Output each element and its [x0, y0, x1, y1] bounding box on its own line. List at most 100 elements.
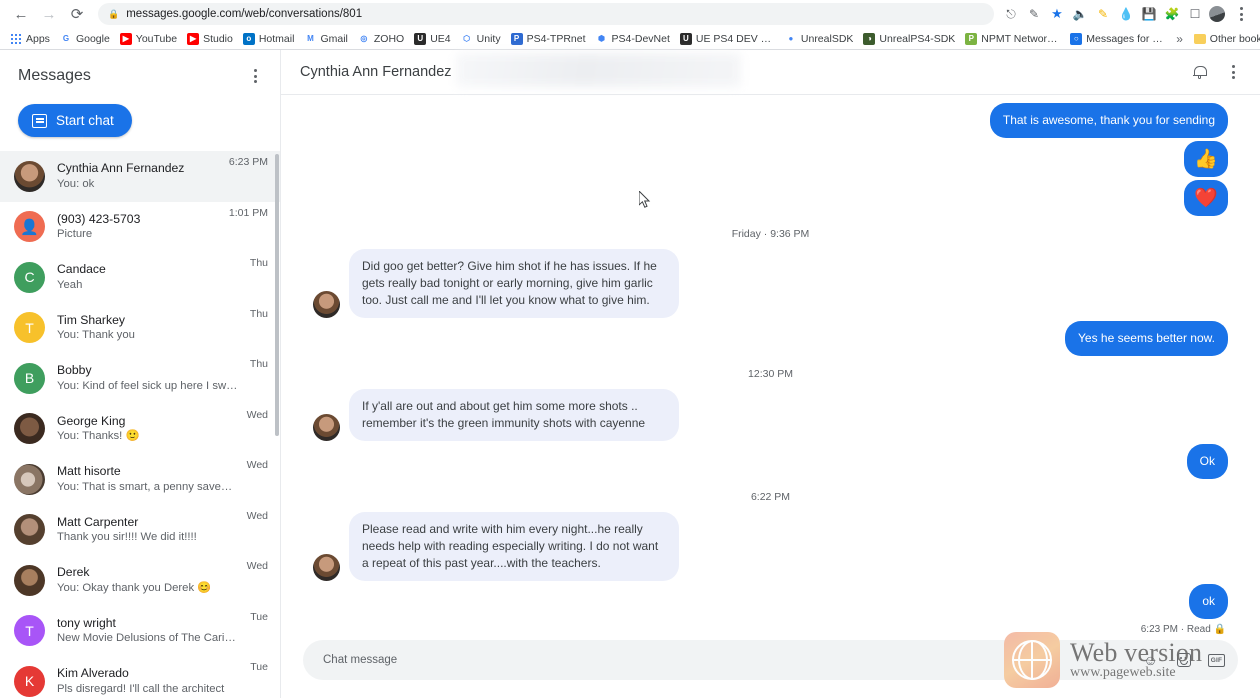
sidebar-scrollbar[interactable] [275, 154, 279, 436]
bookmarks-overflow-icon[interactable]: » [1170, 32, 1189, 46]
conversation-name: (903) 423-5703 [57, 211, 141, 226]
browser-chrome: ← → ⟳ 🔒 messages.google.com/web/conversa… [0, 0, 1260, 50]
conversation-list-item[interactable]: Derek You: Okay thank you Derek 😊 Wed [0, 555, 280, 606]
conversation-timestamp: Wed [246, 459, 268, 471]
message-time-separator: 6:22 PM [750, 491, 791, 504]
bookmark-item[interactable]: M Gmail [299, 31, 352, 47]
conversation-list-item[interactable]: 👤 (903) 423-5703 Picture 1:01 PM [0, 202, 280, 253]
chrome-menu-icon[interactable] [1230, 3, 1252, 25]
bookmark-item[interactable]: G Google [55, 31, 115, 47]
conversation-text: Candace Yeah [57, 261, 238, 293]
conversation-snippet: Thank you sir!!!! We did it!!!! [57, 531, 197, 544]
bookmark-item[interactable]: PNPMT Network Plat... [960, 31, 1065, 47]
message-row: That is awesome, thank you for sending [313, 103, 1228, 139]
conversation-list-item[interactable]: Matt hisorte You: That is smart, a penny … [0, 454, 280, 505]
bookmark-label: Gmail [320, 32, 348, 45]
back-arrow-icon[interactable]: ← [8, 1, 34, 27]
watermark-subtitle: www.pageweb.site [1070, 665, 1176, 681]
outgoing-message-bubble[interactable]: Ok [1186, 444, 1228, 480]
bookmark-label: PS4-TPRnet [526, 32, 586, 45]
water-drop-icon[interactable]: 💧 [1117, 5, 1135, 23]
bookmark-item[interactable]: UUE PS4 DEV Forums [675, 31, 780, 47]
bookmark-label: ZOHO [373, 32, 405, 45]
incoming-message-bubble[interactable]: Did goo get better? Give him shot if he … [349, 249, 679, 319]
bell-icon[interactable] [1193, 65, 1207, 79]
save-icon[interactable]: 💾 [1140, 5, 1158, 23]
profile-avatar-icon[interactable] [1209, 6, 1225, 22]
conversation-timestamp: Thu [249, 257, 268, 269]
conversation-list-item[interactable]: Matt Carpenter Thank you sir!!!! We did i… [0, 505, 280, 556]
cast-icon[interactable]: ✎ [1025, 5, 1043, 23]
playstation-dev-icon: ⬢ [595, 32, 608, 45]
conversation-timestamp: 6:23 PM [228, 156, 268, 168]
zoho-icon: ◎ [357, 32, 370, 45]
share-box-icon[interactable]: ⎋ [1002, 5, 1020, 23]
message-row: Did goo get better? Give him shot if he … [313, 249, 1228, 319]
conversation-timestamp: Wed [246, 560, 268, 572]
conversation-name: Matt hisorte [57, 464, 121, 479]
conversation-text: Bobby You: Kind of feel sick up here I sw… [57, 362, 238, 394]
conversation-list-item[interactable]: Ttony wright New Movie Delusions of The C… [0, 606, 280, 657]
message-row: ❤️ [313, 180, 1228, 217]
bookmark-label: Hotmail [258, 32, 295, 45]
outgoing-message-bubble[interactable]: Yes he seems better now. [1065, 321, 1228, 357]
sidebar-overflow-menu-icon[interactable] [244, 65, 266, 87]
conversation-list-item[interactable]: T Tim Sharkey You: Thank you Thu [0, 303, 280, 354]
emoji-message-bubble[interactable]: ❤️ [1184, 180, 1228, 217]
bookmark-item[interactable]: ▶ YouTube [115, 31, 182, 47]
pencil-icon[interactable]: ✎ [1094, 5, 1112, 23]
bookmark-item[interactable]: P PS4-TPRnet [506, 31, 591, 47]
bookmark-other-folder[interactable]: Other bookmarks [1189, 31, 1260, 47]
conversation-list-item[interactable]: C Candace Yeah Thu [0, 252, 280, 303]
lock-icon: 🔒 [108, 8, 120, 19]
bookmark-item[interactable]: ◎ ZOHO [353, 31, 409, 47]
conversation-timestamp: Tue [250, 610, 268, 623]
bookmark-item[interactable]: ◑ UnrealPS4-SDK [858, 31, 960, 47]
bookmark-item[interactable]: o Hotmail [238, 31, 300, 47]
conversation-snippet: You: ok [57, 177, 95, 190]
outgoing-message-bubble[interactable]: That is awesome, thank you for sending [989, 103, 1228, 139]
conversation-name: Bobby [57, 363, 92, 378]
bookmark-item[interactable]: ⬡ Unity [456, 31, 506, 47]
message-thread[interactable]: That is awesome, thank you for sending 👍 ❤… [281, 95, 1260, 640]
page-title: Messages [18, 67, 91, 84]
outgoing-message-bubble[interactable]: ok [1189, 584, 1228, 620]
reload-icon[interactable]: ⟳ [64, 1, 90, 27]
bookmark-item[interactable]: Apps [5, 31, 55, 47]
conversation-list-item[interactable]: K Kim Alverado Pls disregard! I'll call th… [0, 656, 280, 698]
conversation-snippet: You: Thanks! 🙂 [57, 430, 140, 443]
globe-icon [1004, 632, 1060, 688]
conversation-list-item[interactable]: B Bobby You: Kind of feel sick up here I s… [0, 353, 280, 404]
sound-icon[interactable]: 🔈 [1071, 5, 1089, 23]
conversation-overflow-menu-icon[interactable] [1222, 61, 1244, 83]
bookmark-item[interactable]: ▶ Studio [182, 31, 238, 47]
puzzle-extension-icon[interactable]: 🧩 [1163, 5, 1181, 23]
bookmark-label: UnrealSDK [800, 32, 854, 45]
incoming-message-bubble[interactable]: If y'all are out and about get him some … [349, 389, 679, 442]
conversation-timestamp: Wed [246, 509, 268, 522]
conversation-list-item[interactable]: Cynthia Ann Fernandez You: ok 6:23 PM [0, 151, 280, 202]
message-time-separator: 12:30 PM [748, 368, 793, 381]
avatar: T [14, 615, 45, 647]
address-bar[interactable]: 🔒 messages.google.com/web/conversations/… [98, 3, 994, 25]
bookmark-item[interactable]: ⬢ PS4-DevNet [591, 31, 675, 47]
sidepanel-icon[interactable]: ☐ [1186, 5, 1204, 23]
bookmark-label: PS4-DevNet [611, 32, 670, 45]
conversation-timestamp: Thu [249, 307, 268, 320]
conversation-text: tony wright New Movie Delusions of The Ca… [57, 615, 238, 647]
bookmark-star-icon[interactable]: ★ [1048, 5, 1066, 23]
forward-arrow-icon[interactable]: → [36, 1, 62, 27]
message-row: If y'all are out and about get him some … [313, 389, 1228, 442]
emoji-message-bubble[interactable]: 👍 [1184, 141, 1228, 178]
incoming-message-bubble[interactable]: Please read and write with him every nig… [349, 512, 679, 582]
conversation-name: Derek [57, 565, 90, 580]
start-chat-button[interactable]: Start chat [18, 104, 132, 137]
playstation-icon: P [510, 32, 523, 45]
bookmark-item[interactable]: ● UnrealSDK [780, 31, 859, 47]
conversation-timestamp: Tue [250, 661, 268, 673]
conversation-list-item[interactable]: George King You: Thanks! 🙂 Wed [0, 404, 280, 455]
bookmark-item[interactable]: ○ Messages for web [1065, 31, 1170, 47]
conversation-name: Kim Alverado [57, 666, 129, 681]
conversation-list[interactable]: Cynthia Ann Fernandez You: ok 6:23 PM 👤 (903… [0, 151, 280, 698]
bookmark-item[interactable]: U UE4 [409, 31, 455, 47]
